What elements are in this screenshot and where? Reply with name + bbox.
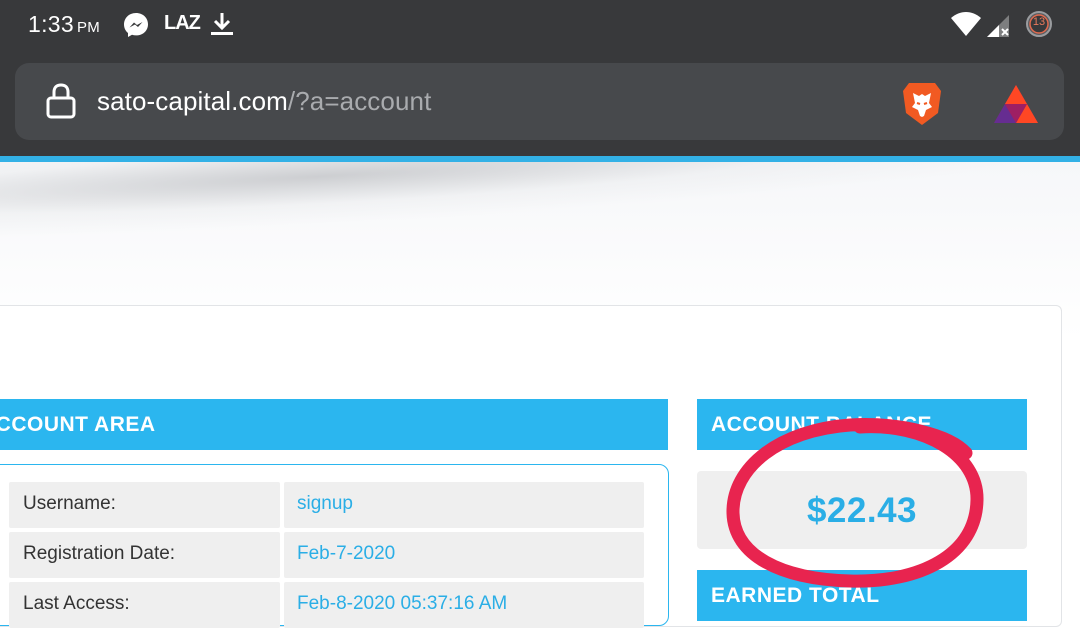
notification-count: 13	[1032, 16, 1046, 28]
clock-suffix: PM	[76, 19, 101, 36]
status-time: 1:33 PM	[28, 11, 100, 38]
status-bar: 1:33 PM LAZ 13	[0, 0, 1080, 52]
download-icon	[208, 10, 236, 43]
registration-date-value: Feb-7-2020	[284, 532, 644, 578]
registration-date-label: Registration Date:	[9, 532, 280, 578]
battery-notification-icon: 13	[1024, 9, 1054, 44]
brave-lion-icon[interactable]	[899, 79, 945, 134]
clock-time: 1:33	[28, 11, 74, 37]
laz-app-icon: LAZ	[164, 12, 201, 34]
red-annotation-circle	[726, 418, 984, 588]
last-access-value: Feb-8-2020 05:37:16 AM	[284, 582, 644, 628]
wifi-icon	[950, 11, 982, 42]
messenger-icon	[122, 11, 150, 44]
account-info-box: Username: signup Registration Date: Feb-…	[0, 464, 669, 628]
url-host: sato-capital.com	[97, 86, 288, 116]
username-value: signup	[284, 482, 644, 528]
browser-toolbar: sato-capital.com/?a=account	[0, 52, 1080, 156]
header-swoosh-decoration	[0, 162, 1080, 244]
bat-rewards-icon[interactable]	[991, 81, 1041, 132]
url-path: /?a=account	[287, 86, 432, 116]
username-label: Username:	[9, 482, 280, 528]
account-area-header: ACCOUNT AREA	[0, 399, 668, 450]
url-text[interactable]: sato-capital.com/?a=account	[97, 86, 431, 117]
cell-signal-icon	[985, 14, 1011, 43]
url-bar[interactable]: sato-capital.com/?a=account	[15, 63, 1064, 140]
account-area-title: ACCOUNT AREA	[0, 413, 156, 436]
last-access-label: Last Access:	[9, 582, 280, 628]
lock-icon[interactable]	[45, 82, 77, 125]
